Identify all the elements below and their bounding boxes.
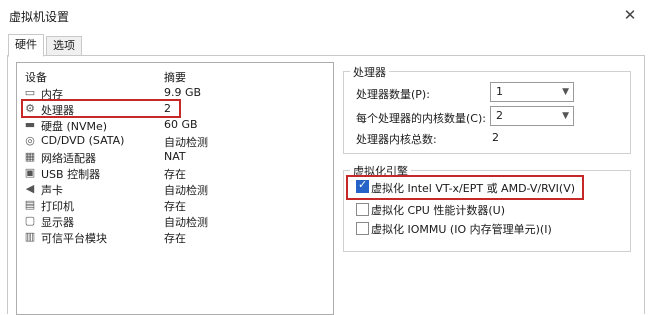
device-row-sound-card[interactable]: ◀ 声卡 自动检测 [21,181,327,197]
usb-icon: ▣ [24,166,36,179]
processors-group-label: 处理器 [350,64,389,80]
device-column-header: 设备 [25,71,47,84]
total-cores-label: 处理器内核总数: [356,133,437,146]
sound-card-icon: ◀ [25,182,35,195]
cores-per-processor-value: 2 [496,109,503,122]
display-icon: ▢ [24,214,36,227]
close-button[interactable]: ✕ [618,4,642,26]
tab-bar: 硬件 选项 [0,34,650,57]
device-name: 内存 [41,88,63,101]
network-adapter-icon: ▦ [24,150,36,163]
window-title: 虚拟机设置 [9,10,70,24]
cpu-counters-option-label[interactable]: 虚拟化 CPU 性能计数器(U) [371,202,505,218]
device-row-usb[interactable]: ▣ USB 控制器 存在 [21,165,327,181]
device-summary: 9.9 GB [164,86,202,99]
device-summary: 存在 [164,168,186,181]
device-summary: 存在 [164,232,186,245]
iommu-option-label[interactable]: 虚拟化 IOMMU (IO 内存管理单元)(I) [371,221,552,237]
tab-options[interactable]: 选项 [46,36,82,56]
processor-icon: ⚙ [25,102,35,115]
cores-per-processor-label: 每个处理器的内核数量(C): [356,112,486,125]
chevron-down-icon: ▼ [562,111,569,121]
device-summary: 自动检测 [164,216,208,229]
cores-per-processor-select[interactable]: 2 ▼ [490,106,574,126]
device-row-network-adapter[interactable]: ▦ 网络适配器 NAT [21,149,327,165]
device-summary: 存在 [164,200,186,213]
device-row-printer[interactable]: ▤ 打印机 存在 [21,197,327,213]
device-name: 打印机 [41,200,74,213]
device-summary: 60 GB [164,118,198,131]
device-name: USB 控制器 [41,168,101,181]
virtualization-group-label: 虚拟化引擎 [350,163,411,179]
tab-hardware[interactable]: 硬件 [8,34,44,57]
device-row-memory[interactable]: ▭ 内存 9.9 GB [21,85,327,101]
vtx-option-label[interactable]: 虚拟化 Intel VT-x/EPT 或 AMD-V/RVI(V) [371,180,575,196]
device-name: 网络适配器 [41,152,96,165]
memory-icon: ▭ [24,86,36,99]
iommu-checkbox[interactable] [356,222,369,235]
device-summary: 自动检测 [164,136,208,149]
device-list[interactable]: 设备 摘要 ▭ 内存 9.9 GB ⚙ 处理器 2 ▬ 硬盘 (NVMe) 60… [16,62,334,315]
vtx-checkbox[interactable] [356,178,369,193]
device-summary: 2 [164,102,171,115]
processor-count-value: 1 [496,85,503,98]
device-name: 处理器 [41,104,74,117]
device-summary: 自动检测 [164,184,208,197]
device-row-tpm[interactable]: ▥ 可信平台模块 存在 [21,229,327,245]
tpm-icon: ▥ [24,230,36,243]
device-row-harddisk[interactable]: ▬ 硬盘 (NVMe) 60 GB [21,117,327,133]
cd-dvd-icon: ◎ [25,134,35,147]
processor-count-select[interactable]: 1 ▼ [490,82,574,102]
printer-icon: ▤ [24,198,36,211]
harddisk-icon: ▬ [24,118,36,131]
device-row-processor[interactable]: ⚙ 处理器 2 [21,101,327,117]
cpu-counters-checkbox[interactable] [356,203,369,216]
title-bar: 虚拟机设置 ✕ [0,0,650,32]
processor-count-label: 处理器数量(P): [356,88,430,101]
device-name: CD/DVD (SATA) [41,134,125,147]
device-name: 显示器 [41,216,74,229]
total-cores-value: 2 [492,131,499,144]
device-name: 硬盘 (NVMe) [41,120,108,133]
device-name: 声卡 [41,184,63,197]
chevron-down-icon: ▼ [562,87,569,97]
device-name: 可信平台模块 [41,232,107,245]
device-row-cd-dvd[interactable]: ◎ CD/DVD (SATA) 自动检测 [21,133,327,149]
summary-column-header: 摘要 [164,71,186,84]
device-summary: NAT [164,150,186,163]
device-row-display[interactable]: ▢ 显示器 自动检测 [21,213,327,229]
